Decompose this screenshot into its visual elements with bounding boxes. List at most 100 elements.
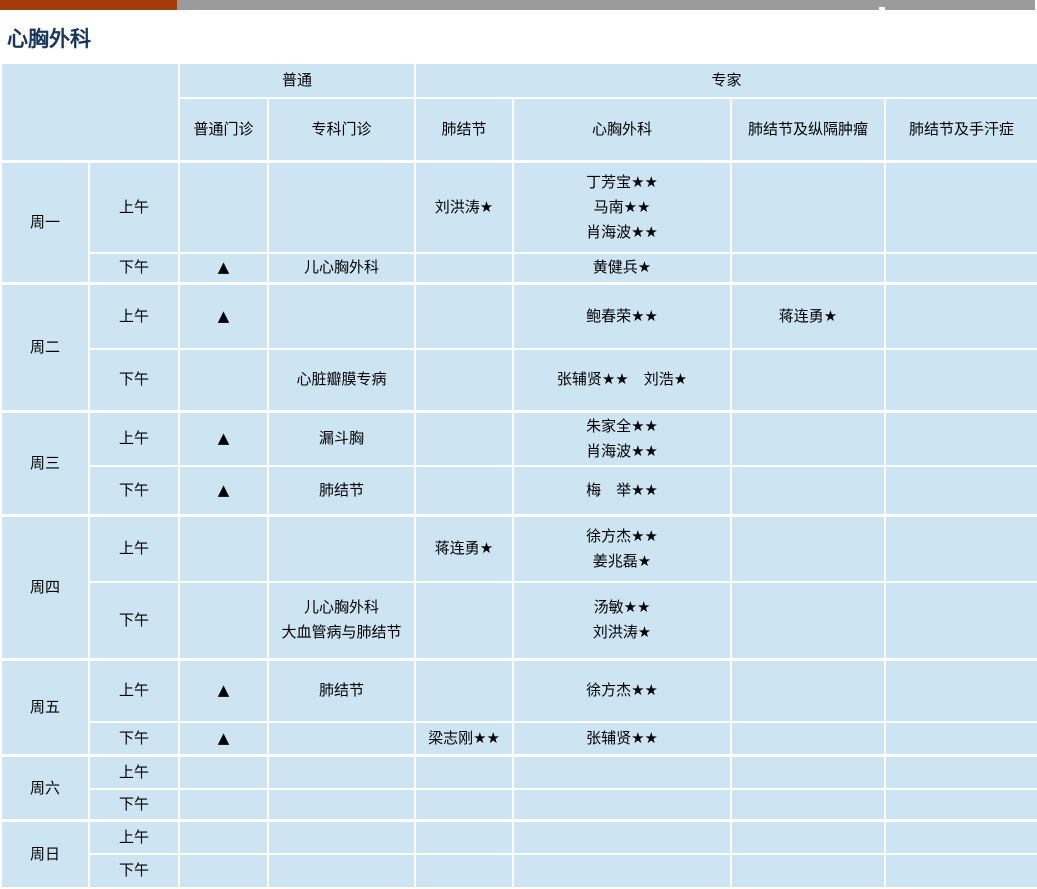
column-header-zhuanke-menzhen: 专科门诊	[266, 97, 417, 162]
session-time-cell: 上午	[88, 281, 180, 350]
zongge-zhongliu-cell	[730, 754, 887, 790]
putong-menzhen-cell	[178, 348, 269, 412]
schedule-row: 周六 上午	[0, 754, 1037, 822]
session-time-cell: 下午	[88, 252, 180, 284]
shouhanzheng-cell	[884, 464, 1037, 517]
xinxiong-waike-cell: 张辅贤★★ 刘浩★	[512, 348, 733, 412]
feijiejie-cell	[414, 252, 515, 284]
schedule-row: 下午 ▲ 儿心胸外科 黄健兵★	[1, 252, 1037, 284]
xinxiong-waike-cell: 梅 举★★	[512, 464, 733, 517]
gray-bar-notch	[879, 7, 885, 10]
zongge-zhongliu-cell	[730, 580, 887, 661]
xinxiong-waike-cell	[512, 787, 733, 822]
zongge-zhongliu-cell: 蒋连勇★	[730, 281, 887, 350]
zongge-zhongliu-cell	[730, 159, 887, 254]
zhuanke-menzhen-cell: 肺结节	[266, 658, 417, 723]
schedule-row: 下午 儿心胸外科 大血管病与肺结节 汤敏★★ 刘洪涛★	[1, 580, 1037, 661]
zhuanke-menzhen-cell	[266, 720, 417, 757]
column-header-putong-menzhen: 普通门诊	[178, 97, 269, 162]
day-cell: 周六	[0, 754, 90, 822]
shouhanzheng-cell	[884, 580, 1037, 661]
session-time-cell: 上午	[88, 409, 180, 467]
schedule-row: 周四 上午 蒋连勇★ 徐方杰★★ 姜兆磊★	[0, 514, 1037, 661]
putong-menzhen-cell	[178, 159, 269, 254]
top-decoration-bar	[0, 0, 1037, 10]
zhuanke-menzhen-cell: 漏斗胸	[266, 409, 417, 467]
feijiejie-cell: 蒋连勇★	[414, 514, 515, 583]
feijiejie-cell	[414, 852, 515, 889]
zhuanke-menzhen-cell	[266, 159, 417, 254]
page-title: 心胸外科	[7, 27, 91, 51]
xinxiong-waike-cell	[512, 819, 733, 855]
xinxiong-waike-cell: 徐方杰★★ 姜兆磊★	[512, 514, 733, 583]
schedule-row: 周二 上午 ▲ 鲍春荣★★ 蒋连勇★	[0, 281, 1037, 412]
xinxiong-waike-cell: 汤敏★★ 刘洪涛★	[512, 580, 733, 661]
putong-menzhen-cell	[178, 754, 269, 790]
shouhanzheng-cell	[884, 720, 1037, 757]
session-time-cell: 上午	[88, 658, 180, 723]
shouhanzheng-cell	[884, 819, 1037, 855]
shouhanzheng-cell	[884, 281, 1037, 350]
feijiejie-cell	[414, 281, 515, 350]
zhuanke-menzhen-cell	[266, 754, 417, 790]
feijiejie-cell: 梁志刚★★	[414, 720, 515, 757]
column-header-feijiejie: 肺结节	[414, 97, 515, 162]
feijiejie-cell	[414, 464, 515, 517]
day-cell: 周五	[0, 658, 90, 757]
zongge-zhongliu-cell	[730, 409, 887, 467]
group-header-normal: 普通	[177, 62, 417, 99]
putong-menzhen-cell: ▲	[178, 409, 269, 467]
feijiejie-cell	[414, 658, 515, 723]
zongge-zhongliu-cell	[730, 720, 887, 757]
column-header-zongge-zhongliu: 肺结节及纵隔肿瘤	[730, 97, 887, 162]
feijiejie-cell	[414, 580, 515, 661]
xinxiong-waike-cell	[512, 754, 733, 790]
zongge-zhongliu-cell	[730, 464, 887, 517]
feijiejie-cell: 刘洪涛★	[414, 159, 515, 254]
shouhanzheng-cell	[884, 658, 1037, 723]
shouhanzheng-cell	[884, 409, 1037, 467]
putong-menzhen-cell	[178, 580, 269, 661]
shouhanzheng-cell	[884, 787, 1037, 822]
zongge-zhongliu-cell	[730, 787, 887, 822]
column-header-shouhanzheng: 肺结节及手汗症	[884, 97, 1037, 162]
putong-menzhen-cell: ▲	[178, 720, 269, 757]
zhuanke-menzhen-cell: 儿心胸外科 大血管病与肺结节	[266, 580, 417, 661]
corner-cell	[0, 62, 180, 162]
shouhanzheng-cell	[884, 852, 1037, 889]
schedule-table: 普通 专家 普通门诊 专科门诊 肺结节 心胸外科 肺结节及纵隔肿瘤 肺结节及手汗…	[0, 62, 1037, 889]
session-time-cell: 上午	[88, 514, 180, 583]
session-time-cell: 下午	[88, 852, 180, 889]
session-time-cell: 上午	[88, 819, 180, 855]
zhuanke-menzhen-cell	[266, 514, 417, 583]
shouhanzheng-cell	[884, 754, 1037, 790]
zhuanke-menzhen-cell: 儿心胸外科	[266, 252, 417, 284]
zongge-zhongliu-cell	[730, 658, 887, 723]
feijiejie-cell	[414, 754, 515, 790]
schedule-row: 下午	[1, 852, 1037, 889]
zhuanke-menzhen-cell	[266, 281, 417, 350]
xinxiong-waike-cell: 朱家全★★ 肖海波★★	[512, 409, 733, 467]
gray-bar	[177, 0, 1035, 10]
day-cell: 周三	[0, 409, 90, 517]
day-cell: 周二	[0, 281, 90, 412]
putong-menzhen-cell: ▲	[178, 281, 269, 350]
putong-menzhen-cell: ▲	[178, 252, 269, 284]
session-time-cell: 下午	[88, 720, 180, 757]
zhuanke-menzhen-cell: 心脏瓣膜专病	[266, 348, 417, 412]
xinxiong-waike-cell: 张辅贤★★	[512, 720, 733, 757]
zongge-zhongliu-cell	[730, 819, 887, 855]
column-header-xinxiong-waike: 心胸外科	[512, 97, 733, 162]
xinxiong-waike-cell: 丁芳宝★★ 马南★★ 肖海波★★	[512, 159, 733, 254]
shouhanzheng-cell	[884, 348, 1037, 412]
schedule-row: 周日 上午	[0, 819, 1037, 889]
day-cell: 周日	[0, 819, 90, 889]
shouhanzheng-cell	[884, 159, 1037, 254]
feijiejie-cell	[414, 409, 515, 467]
accent-bar	[0, 0, 177, 10]
putong-menzhen-cell: ▲	[178, 464, 269, 517]
xinxiong-waike-cell	[512, 852, 733, 889]
feijiejie-cell	[414, 348, 515, 412]
day-cell: 周一	[0, 159, 90, 284]
session-time-cell: 下午	[88, 464, 180, 517]
